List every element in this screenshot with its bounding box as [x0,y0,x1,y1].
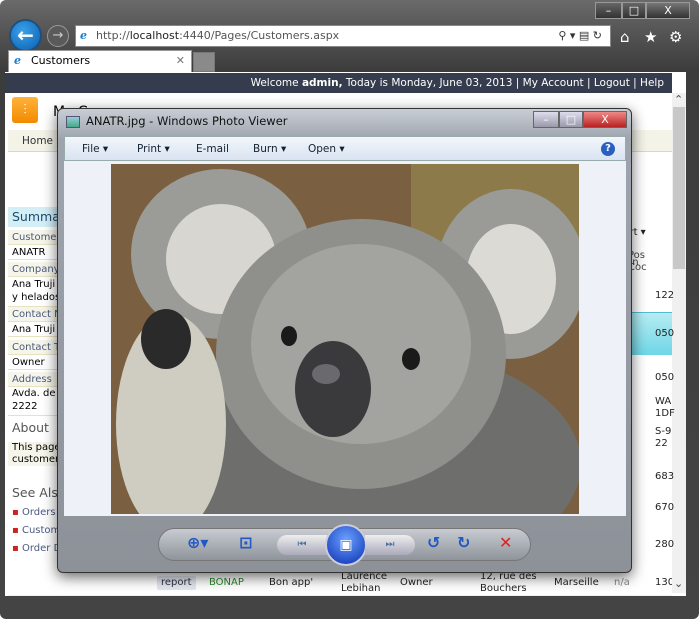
photo-viewer-title: ANATR.jpg - Windows Photo Viewer [86,114,288,128]
favorites-icon[interactable]: ★ [644,28,657,46]
maximize-button[interactable]: □ [622,2,646,19]
help-icon[interactable]: ? [601,142,615,156]
address-cell: 12, rue des Bouchers [480,571,537,594]
home-icon[interactable]: ⌂ [620,28,630,46]
delete-icon[interactable]: ✕ [499,533,512,552]
address-bar[interactable]: e http://localhost:4440/Pages/Customers.… [75,25,611,47]
logout-link[interactable]: Logout [594,77,630,89]
customer-id-cell[interactable]: BONAP [209,577,244,589]
pv-close-button[interactable]: X [583,111,627,128]
image-area [64,161,626,516]
vertical-scrollbar[interactable]: ⌃ ⌄ [672,93,686,593]
actual-size-icon[interactable]: ⊡ [239,533,252,552]
tools-icon[interactable]: ⚙ [669,28,682,46]
ie-icon: e [14,54,21,67]
minimize-button[interactable]: – [595,2,622,19]
contact-cell: Laurence Lebihan [341,571,388,594]
horizontal-scrollbar[interactable]: › [8,593,672,596]
koala-photo [111,164,579,514]
bullet-icon: ▪ [12,525,22,536]
bullet-icon: ▪ [12,507,22,518]
close-tab-icon[interactable]: ✕ [176,51,185,71]
help-link[interactable]: Help [640,77,664,89]
ie-icon: e [80,29,87,42]
scroll-thumb[interactable] [673,107,685,269]
new-tab-button[interactable] [193,52,215,72]
postal-code-cell: 670 [655,502,675,513]
my-account-link[interactable]: My Account [523,77,584,89]
welcome-bar: Welcome admin, Today is Monday, June 03,… [5,73,672,93]
report-link[interactable]: report [157,576,196,590]
back-button[interactable]: ← [9,19,42,52]
pv-menu-bar: File ▾ Print ▾ E-mail Burn ▾ Open ▾ ? [64,136,626,161]
city-cell: Marseille [554,577,599,588]
rotate-left-icon[interactable]: ↺ [427,533,440,552]
postal-code-cell: 050 [655,372,675,383]
menu-open[interactable]: Open ▾ [308,137,345,161]
pv-maximize-button[interactable]: □ [559,111,583,128]
nav-home[interactable]: Home [22,135,53,147]
scroll-down-icon[interactable]: ⌄ [674,577,683,590]
about-title: About [12,420,49,435]
postal-code-cell: 050 [655,328,675,339]
slideshow-button[interactable]: ▣ [325,524,367,566]
close-button[interactable]: X [646,2,690,19]
region-cell: n/a [614,577,630,588]
menu-burn[interactable]: Burn ▾ [253,137,286,161]
pv-toolbar: ⊕▾ ⊡ ⏮ ▣ ⏭ ↺ ↻ ✕ [158,524,531,566]
tab-customers[interactable]: e Customers ✕ [8,50,192,72]
zoom-icon[interactable]: ⊕▾ [187,533,208,552]
postal-code-cell: 280 [655,539,675,550]
rotate-right-icon[interactable]: ↻ [457,533,470,552]
app-logo: ⫶ [12,97,38,123]
next-button[interactable]: ⏭ [365,535,415,555]
postal-code-cell: 683 [655,471,675,482]
bullet-icon: ▪ [12,543,22,554]
search-refresh-icons[interactable]: ⚲ ▾ ▤ ↻ [558,26,602,46]
postal-code-cell: S-9 22 [655,426,672,449]
postal-code-cell: 122 [655,290,675,301]
menu-print[interactable]: Print ▾ [137,137,170,161]
postal-code-cell: WA 1DF [655,396,675,419]
menu-email[interactable]: E-mail [196,137,229,161]
company-cell: Bon app' [269,577,314,588]
forward-button[interactable]: → [47,25,69,47]
pv-minimize-button[interactable]: – [533,111,559,128]
koala-image [111,164,579,514]
photo-viewer-icon [66,116,80,128]
title-cell: Owner [400,577,433,588]
scroll-up-icon[interactable]: ⌃ [674,93,683,106]
previous-button[interactable]: ⏮ [277,535,327,555]
scroll-right-icon[interactable]: › [650,593,655,596]
menu-file[interactable]: File ▾ [82,137,108,161]
photo-viewer-window: ANATR.jpg - Windows Photo Viewer – □ X F… [57,108,632,573]
